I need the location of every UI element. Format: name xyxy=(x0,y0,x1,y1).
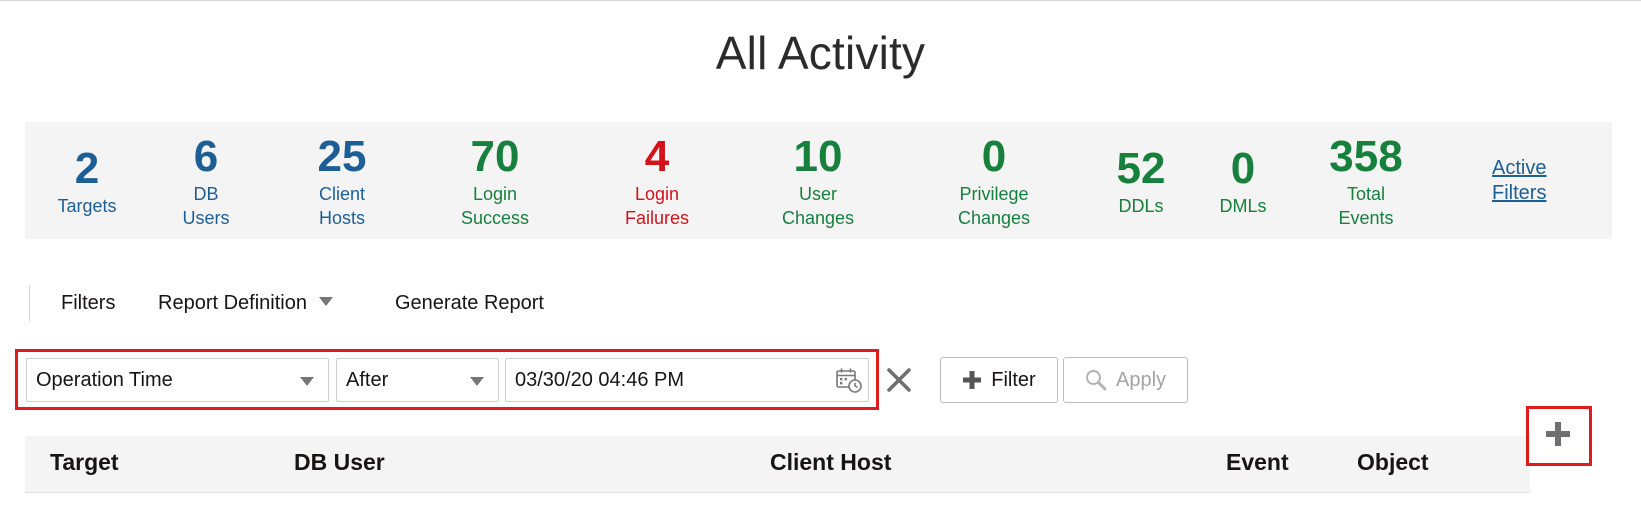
stat-db-users[interactable]: 6 DB Users xyxy=(182,122,229,239)
top-divider xyxy=(0,0,1641,1)
filter-field-select[interactable]: Operation Time xyxy=(26,358,329,402)
stat-value: 4 xyxy=(644,131,670,181)
toolbar-divider xyxy=(29,285,30,321)
plus-icon[interactable] xyxy=(1545,421,1571,447)
stat-value: 10 xyxy=(793,131,843,181)
filter-date-value: 03/30/20 04:46 PM xyxy=(515,369,685,391)
stat-login-failures[interactable]: 4 Login Failures xyxy=(625,122,689,239)
column-header-event[interactable]: Event xyxy=(1226,449,1289,476)
stat-client-hosts[interactable]: 25 Client Hosts xyxy=(318,122,367,239)
calendar-clock-icon[interactable] xyxy=(836,367,862,393)
report-definition-menu[interactable]: Report Definition xyxy=(158,292,333,315)
stat-label: Privilege Changes xyxy=(957,183,1031,228)
column-header-target[interactable]: Target xyxy=(50,449,119,476)
column-header-object[interactable]: Object xyxy=(1357,449,1429,476)
filters-tab[interactable]: Filters xyxy=(61,292,115,315)
stat-label: Total Events xyxy=(1338,183,1394,228)
stat-dmls[interactable]: 0 DMLs xyxy=(1219,122,1266,239)
filter-operator-value: After xyxy=(346,369,389,391)
stat-label: DDLs xyxy=(1118,195,1164,216)
table-header-divider xyxy=(25,492,1530,493)
stat-value: 358 xyxy=(1329,131,1403,181)
stat-user-changes[interactable]: 10 User Changes xyxy=(782,122,854,239)
filter-operator-select[interactable]: After xyxy=(336,358,499,402)
close-icon[interactable] xyxy=(886,367,912,393)
stat-value: 70 xyxy=(470,131,520,181)
stat-ddls[interactable]: 52 DDLs xyxy=(1117,122,1166,239)
chevron-down-icon xyxy=(470,377,484,386)
add-filter-label: Filter xyxy=(991,368,1036,391)
stat-targets[interactable]: 2 Targets xyxy=(57,122,116,239)
stat-value: 25 xyxy=(317,131,367,181)
stat-label: Targets xyxy=(57,195,117,216)
page-title: All Activity xyxy=(715,27,926,79)
activity-summary-bar: 2 Targets 6 DB Users 25 Client Hosts 70 … xyxy=(25,122,1612,239)
stat-label: Login Failures xyxy=(624,183,690,228)
filter-field-value: Operation Time xyxy=(36,369,173,391)
stat-privilege-changes[interactable]: 0 Privilege Changes xyxy=(958,122,1030,239)
stat-label: DB Users xyxy=(182,183,230,228)
search-icon xyxy=(1085,370,1107,391)
stat-value: 0 xyxy=(981,131,1007,181)
apply-button[interactable]: Apply xyxy=(1063,357,1188,403)
report-definition-label: Report Definition xyxy=(158,292,307,314)
stat-label: DMLs xyxy=(1219,195,1267,216)
column-header-client-host[interactable]: Client Host xyxy=(770,449,891,476)
active-filters-link[interactable]: Active Filters xyxy=(1492,156,1572,206)
stat-label: Client Hosts xyxy=(318,183,366,228)
plus-icon xyxy=(963,371,982,389)
stat-label: Login Success xyxy=(460,183,530,228)
filter-date-input[interactable]: 03/30/20 04:46 PM xyxy=(505,358,869,402)
column-header-db-user[interactable]: DB User xyxy=(294,449,385,476)
generate-report-button[interactable]: Generate Report xyxy=(395,292,544,315)
stat-value: 2 xyxy=(74,143,100,193)
stat-value: 6 xyxy=(193,131,219,181)
apply-label: Apply xyxy=(1115,368,1167,391)
stat-login-success[interactable]: 70 Login Success xyxy=(461,122,529,239)
stat-label: User Changes xyxy=(781,183,855,228)
stat-value: 0 xyxy=(1230,143,1256,193)
add-filter-button[interactable]: Filter xyxy=(940,357,1058,403)
chevron-down-icon xyxy=(318,297,333,306)
chevron-down-icon xyxy=(300,377,314,386)
stat-total-events[interactable]: 358 Total Events xyxy=(1329,122,1402,239)
stat-value: 52 xyxy=(1116,143,1166,193)
